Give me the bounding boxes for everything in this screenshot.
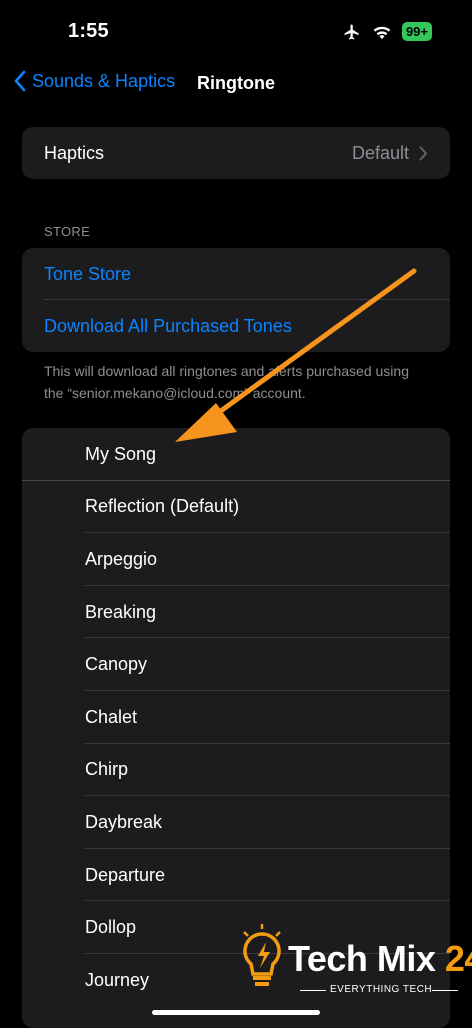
ringtone-label: Dollop bbox=[85, 917, 137, 938]
back-button[interactable]: Sounds & Haptics bbox=[14, 70, 175, 92]
wifi-icon bbox=[373, 26, 391, 39]
ringtone-label: Canopy bbox=[85, 654, 148, 675]
ringtone-row[interactable]: Breaking bbox=[22, 586, 450, 639]
tone-store-label: Tone Store bbox=[44, 263, 132, 284]
store-section-header: STORE bbox=[44, 224, 91, 239]
ringtone-row[interactable]: Reflection (Default) bbox=[22, 481, 450, 534]
watermark-divider-left bbox=[300, 990, 326, 991]
ringtone-row[interactable]: My Song bbox=[22, 428, 450, 481]
chevron-left-icon bbox=[14, 70, 26, 92]
ringtone-row[interactable]: Chalet bbox=[22, 691, 450, 744]
watermark-tagline: EVERYTHING TECH bbox=[330, 984, 433, 995]
back-button-label: Sounds & Haptics bbox=[32, 70, 176, 91]
tone-store-link[interactable]: Tone Store bbox=[22, 248, 450, 300]
ringtone-label: Journey bbox=[85, 969, 150, 990]
battery-level: 99+ bbox=[405, 24, 428, 39]
download-all-tones-link[interactable]: Download All Purchased Tones bbox=[22, 300, 450, 352]
watermark-title-text: Tech Mix bbox=[288, 938, 445, 979]
haptics-group: Haptics Default bbox=[22, 127, 450, 179]
watermark-number: 24 bbox=[444, 938, 472, 979]
home-indicator bbox=[152, 1010, 320, 1015]
page-title: Ringtone bbox=[197, 73, 275, 93]
airplane-icon bbox=[344, 24, 359, 39]
ringtone-row[interactable]: Arpeggio bbox=[22, 533, 450, 586]
watermark-logo: Tech Mix 24 EVERYTHING TECH bbox=[236, 922, 472, 1002]
ringtone-row[interactable]: Daybreak bbox=[22, 796, 450, 849]
ringtone-row[interactable]: Departure bbox=[22, 849, 450, 902]
ringtone-row[interactable]: Chirp bbox=[22, 744, 450, 797]
watermark-divider-right bbox=[432, 990, 458, 991]
store-group: Tone Store Download All Purchased Tones bbox=[22, 248, 450, 352]
lightbulb-icon bbox=[243, 924, 281, 986]
ringtone-label: My Song bbox=[85, 443, 157, 464]
chevron-right-icon bbox=[419, 146, 427, 160]
battery-icon: 99+ bbox=[401, 22, 432, 41]
store-footer-text: This will download all ringtones and ale… bbox=[44, 363, 409, 401]
ringtone-label: Arpeggio bbox=[85, 548, 158, 569]
ringtone-label: Chirp bbox=[85, 759, 129, 780]
haptics-value-wrapper: Default bbox=[352, 143, 428, 164]
haptics-row[interactable]: Haptics Default bbox=[22, 127, 450, 179]
status-bar: 1:55 99+ bbox=[0, 0, 472, 62]
ringtone-label: Chalet bbox=[85, 706, 138, 727]
ringtone-label: Departure bbox=[85, 864, 166, 885]
status-icons: 99+ bbox=[342, 22, 432, 41]
status-time: 1:55 bbox=[68, 20, 109, 42]
haptics-label: Haptics bbox=[44, 142, 105, 163]
ringtone-row[interactable]: Canopy bbox=[22, 638, 450, 691]
haptics-value: Default bbox=[351, 142, 409, 163]
navigation-bar: Sounds & Haptics Ringtone bbox=[0, 62, 472, 106]
ringtone-label: Breaking bbox=[85, 601, 157, 622]
ringtone-label: Daybreak bbox=[85, 811, 163, 832]
ringtone-label: Reflection (Default) bbox=[85, 496, 240, 517]
watermark-title: Tech Mix 24 bbox=[288, 938, 472, 980]
download-all-tones-label: Download All Purchased Tones bbox=[44, 315, 292, 336]
